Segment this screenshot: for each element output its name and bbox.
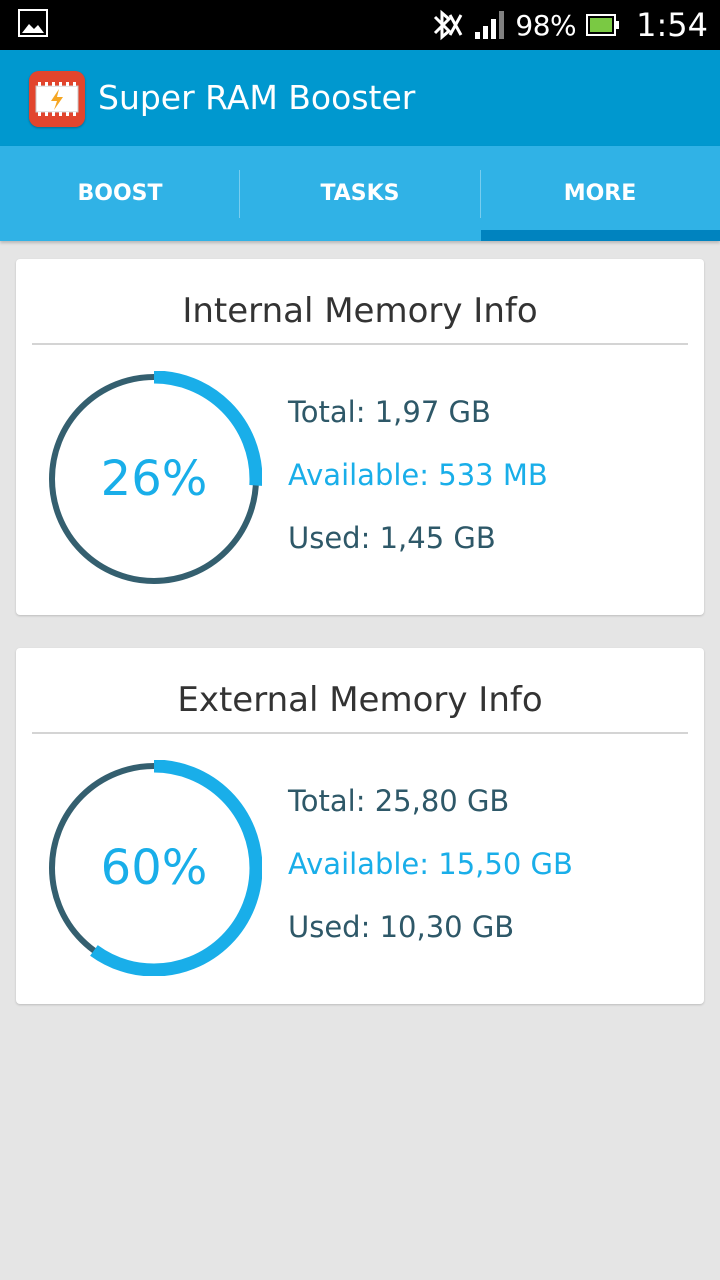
gallery-icon [18,9,48,37]
signal-icon [475,11,505,39]
selected-tab-indicator [481,230,720,241]
external-memory-title: External Memory Info [177,680,543,720]
external-percent-label: 60% [100,840,208,896]
external-used: Used: 10,30 GB [288,910,515,944]
internal-percent-label: 26% [100,451,208,507]
card-divider [32,732,688,734]
tab-more[interactable]: MORE [480,146,720,241]
card-divider [32,343,688,345]
ram-chip-icon[interactable] [29,71,85,127]
app-bar: Super RAM Booster [0,50,720,146]
tab-tasks[interactable]: TASKS [240,146,480,241]
internal-available: Available: 533 MB [288,458,548,492]
status-bar: 98% 1:54 [0,0,720,50]
app-title: Super RAM Booster [98,78,416,117]
internal-total: Total: 1,97 GB [288,395,491,429]
internal-memory-card: Internal Memory Info 26% Total: 1,97 GB … [16,259,704,615]
battery-icon [586,14,620,36]
bluetooth-off-icon [434,9,463,41]
external-total: Total: 25,80 GB [288,784,510,818]
external-available: Available: 15,50 GB [288,847,573,881]
tab-bar: BOOST TASKS MORE [0,146,720,241]
external-memory-card: External Memory Info 60% Total: 25,80 GB… [16,648,704,1004]
battery-percent: 98% [515,8,577,42]
internal-memory-title: Internal Memory Info [182,291,538,331]
tab-boost[interactable]: BOOST [0,146,240,241]
status-time: 1:54 [636,6,708,44]
internal-used: Used: 1,45 GB [288,521,496,555]
